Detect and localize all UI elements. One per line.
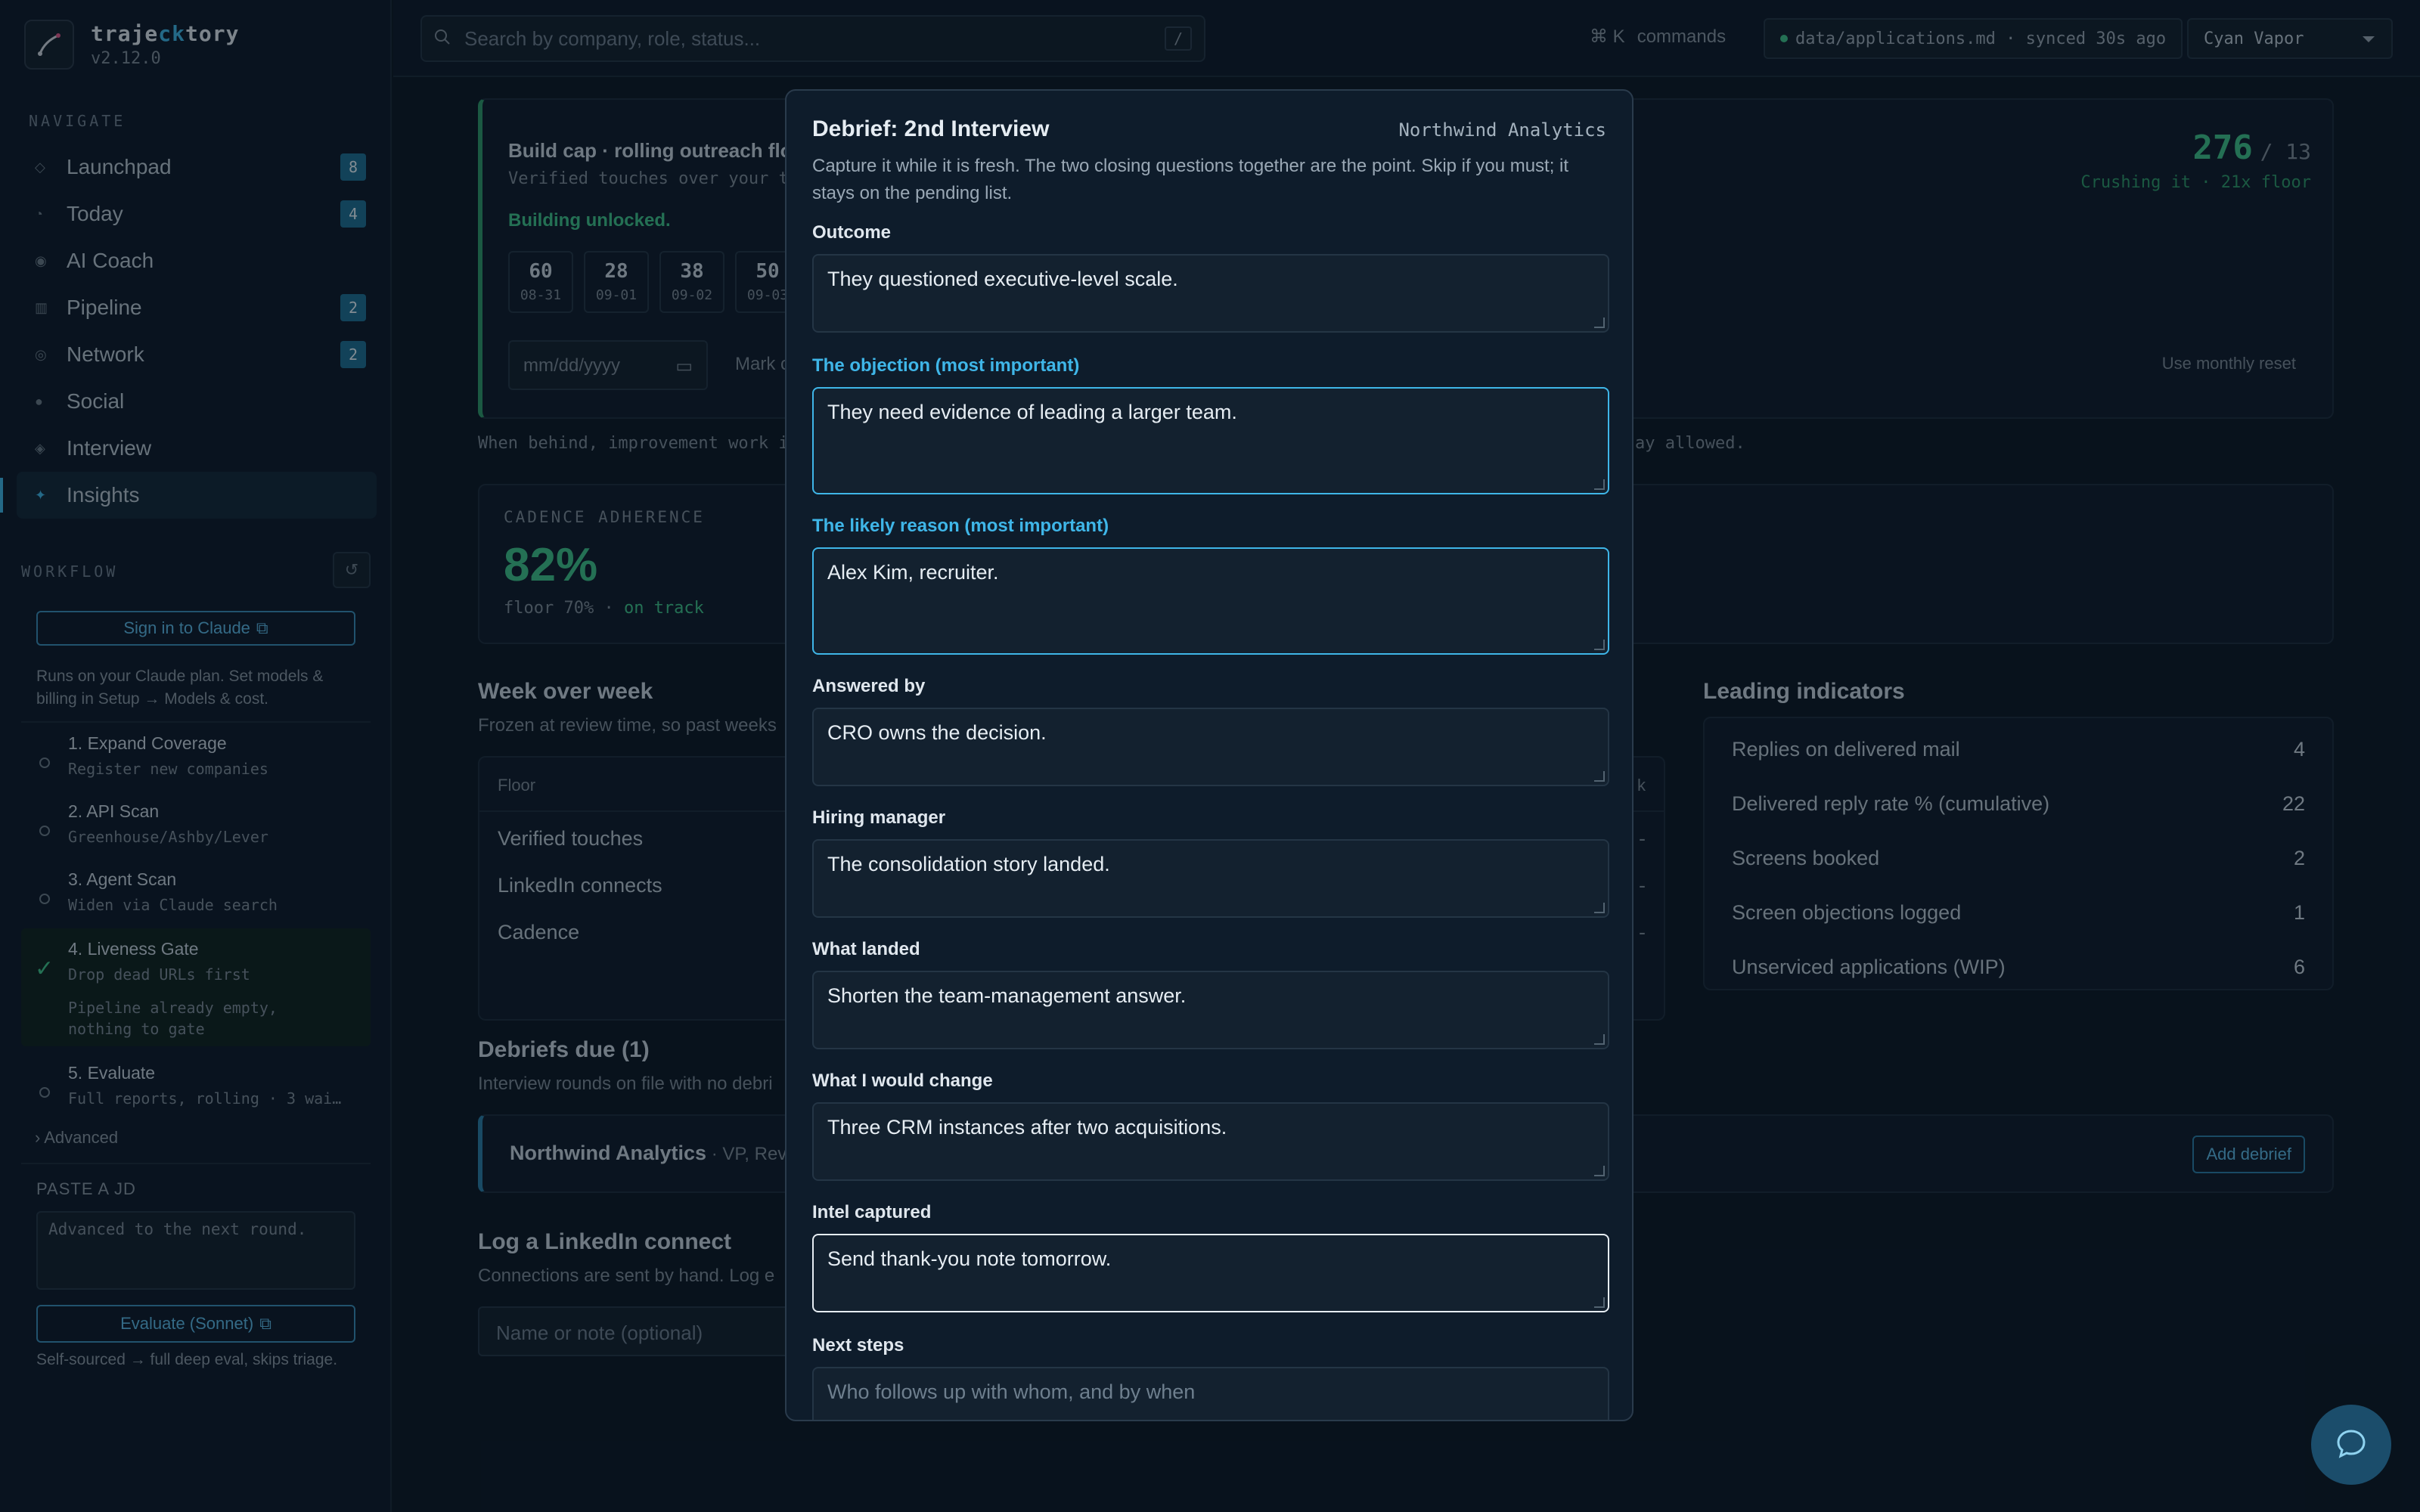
modal-description: Capture it while it is fresh. The two cl… [812, 156, 1569, 203]
field-objection: The objection (most important) They need… [812, 355, 1609, 494]
field-hiring-manager: Hiring manager The consolidation story l… [812, 807, 1609, 918]
field-likely-reason: The likely reason (most important) Alex … [812, 516, 1609, 655]
answered-by-textarea[interactable]: CRO owns the decision. [812, 708, 1609, 786]
debrief-modal: Debrief: 2nd Interview Northwind Analyti… [785, 89, 1634, 1421]
what-landed-textarea[interactable]: Shorten the team-management answer. [812, 971, 1609, 1049]
field-what-i-would-change: What I would change Three CRM instances … [812, 1070, 1609, 1181]
next-steps-textarea[interactable]: Who follows up with whom, and by when [812, 1367, 1609, 1420]
field-what-landed: What landed Shorten the team-management … [812, 939, 1609, 1049]
hiring-manager-textarea[interactable]: The consolidation story landed. [812, 839, 1609, 918]
chat-button[interactable] [2311, 1405, 2391, 1485]
field-outcome: Outcome They questioned executive-level … [812, 222, 1609, 333]
modal-title: Debrief: 2nd Interview [812, 116, 1050, 141]
chat-icon [2333, 1425, 2369, 1465]
field-answered-by: Answered by CRO owns the decision. [812, 676, 1609, 786]
field-next-steps: Next steps Who follows up with whom, and… [812, 1335, 1609, 1420]
intel-textarea[interactable]: Send thank-you note tomorrow. [812, 1234, 1609, 1312]
change-textarea[interactable]: Three CRM instances after two acquisitio… [812, 1102, 1609, 1181]
objection-textarea[interactable]: They need evidence of leading a larger t… [812, 387, 1609, 494]
likely-reason-textarea[interactable]: Alex Kim, recruiter. [812, 547, 1609, 655]
modal-company: Northwind Analytics [1398, 119, 1606, 141]
outcome-textarea[interactable]: They questioned executive-level scale. [812, 254, 1609, 333]
field-intel-captured: Intel captured Send thank-you note tomor… [812, 1202, 1609, 1312]
